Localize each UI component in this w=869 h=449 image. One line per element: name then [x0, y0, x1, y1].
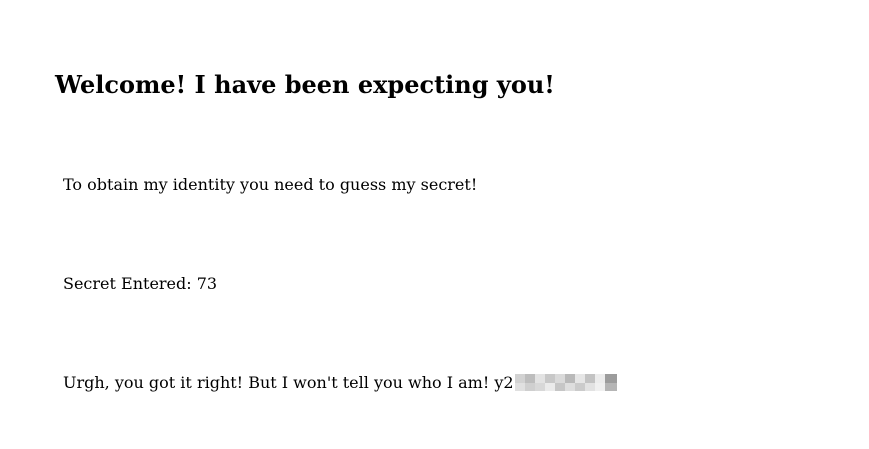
page: Welcome! I have been expecting you! To o…: [0, 0, 869, 449]
redacted-identity: [514, 374, 617, 391]
secret-value: 73: [196, 274, 218, 293]
result-message: Urgh, you got it right! But I won't tell…: [63, 373, 490, 392]
secret-entered-line: Secret Entered: 73: [63, 273, 217, 295]
result-line: Urgh, you got it right! But I won't tell…: [63, 372, 617, 394]
intro-text: To obtain my identity you need to guess …: [63, 175, 478, 194]
identity-prefix: y2: [494, 373, 514, 392]
secret-label: Secret Entered:: [63, 274, 192, 293]
page-title: Welcome! I have been expecting you!: [55, 70, 555, 99]
